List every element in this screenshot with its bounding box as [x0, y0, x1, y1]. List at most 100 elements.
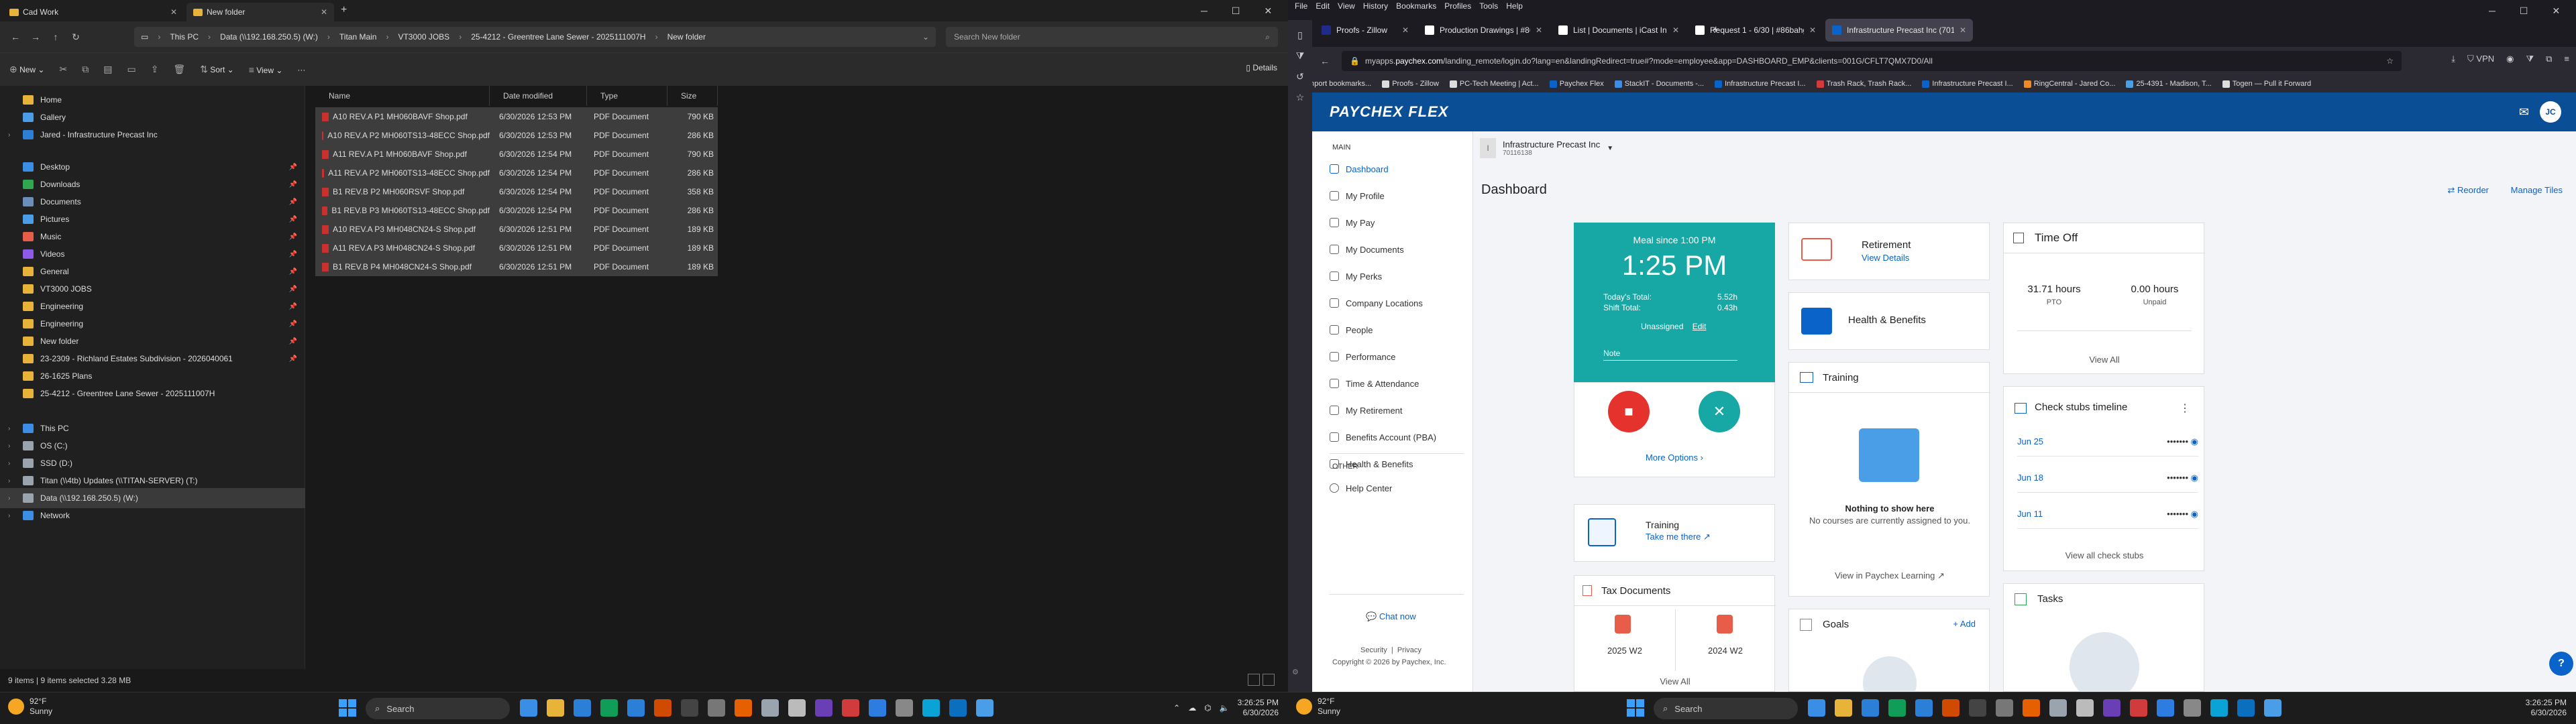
security-link[interactable]: Security	[1360, 646, 1387, 654]
breadcrumb-item[interactable]: Data (\\192.168.250.5) (W:)	[220, 32, 318, 42]
taskbar-app-icon[interactable]	[708, 699, 725, 717]
privacy-link[interactable]: Privacy	[1397, 646, 1421, 654]
note-field[interactable]: Note	[1603, 349, 1737, 361]
maximize-icon[interactable]: ☐	[1232, 5, 1240, 17]
download-icon[interactable]: ⤓	[2451, 54, 2455, 64]
taskbar-search[interactable]: ⌕ Search	[366, 698, 510, 719]
column-header-date[interactable]: Date modified	[490, 86, 587, 106]
view-all-check-stubs-link[interactable]: View all check stubs	[2004, 550, 2205, 560]
file-row[interactable]: A10 REV.A P1 MH060BAVF Shop.pdf 6/30/2026…	[315, 107, 718, 126]
pdf-icon[interactable]	[1615, 615, 1631, 634]
back-icon[interactable]: ←	[1315, 56, 1335, 66]
check-stub-row[interactable]: Jun 18 ••••••• ◉	[2017, 463, 2198, 493]
add-goal-button[interactable]: + Add	[1953, 619, 1976, 629]
file-row[interactable]: A11 REV.A P1 MH060BAVF Shop.pdf 6/30/2026…	[315, 145, 718, 164]
bookmark-star-icon[interactable]: ☆	[2386, 56, 2394, 66]
settings-icon[interactable]: ⚙	[1292, 668, 1299, 676]
start-button[interactable]	[339, 699, 356, 717]
minimize-icon[interactable]: ─	[2489, 5, 2496, 16]
taskbar-app-icon[interactable]	[2237, 699, 2255, 717]
taskbar-app-icon[interactable]	[2210, 699, 2228, 717]
browser-tab[interactable]: Request 1 - 6/30 | #86bahgwwh ✕	[1688, 19, 1823, 42]
url-bar[interactable]: 🔒 myapps. paychex.com/landing_remote/logi…	[1342, 51, 2402, 71]
stop-icon[interactable]: ■	[1608, 391, 1650, 432]
close-tab-icon[interactable]: ✕	[1672, 25, 1679, 35]
file-row[interactable]: A11 REV.A P3 MH048CN24-S Shop.pdf 6/30/20…	[315, 239, 718, 257]
taskbar-app-icon[interactable]	[1808, 699, 1825, 717]
kebab-menu-icon[interactable]: ⋮	[2180, 402, 2190, 415]
chevron-right-icon[interactable]: ›	[8, 512, 10, 520]
bookmark-item[interactable]: Paychex Flex	[1549, 80, 1604, 88]
close-tab-icon[interactable]: ✕	[321, 7, 327, 17]
chevron-right-icon[interactable]: ›	[8, 460, 10, 467]
check-stub-row[interactable]: Jun 11 ••••••• ◉	[2017, 499, 2198, 529]
file-row[interactable]: A10 REV.A P2 MH060TS13-48ECC Shop.pdf 6/3…	[315, 126, 718, 145]
menu-item[interactable]: Profiles	[1444, 1, 1471, 11]
bookmark-item[interactable]: Proofs - Zillow	[1382, 80, 1439, 88]
file-row[interactable]: A10 REV.A P3 MH048CN24-S Shop.pdf 6/30/20…	[315, 220, 718, 239]
taskbar-app-icon[interactable]	[1915, 699, 1933, 717]
details-pane-button[interactable]: ▯ Details	[1246, 63, 1277, 72]
chevron-right-icon[interactable]: ›	[8, 495, 10, 502]
bookmark-item[interactable]: Togen — Pull it Forward	[2222, 80, 2311, 88]
bookmark-item[interactable]: Infrastructure Precast I...	[1922, 80, 2013, 88]
delete-icon[interactable]: 🗑	[173, 64, 185, 75]
avatar[interactable]: JC	[2540, 101, 2561, 123]
chevron-down-icon[interactable]: ⌄	[922, 32, 929, 42]
nav-item[interactable]: People	[1330, 320, 1464, 339]
sort-button[interactable]: ⇅ Sort ⌄	[200, 64, 233, 75]
taskbar-app-icon[interactable]	[896, 699, 913, 717]
back-icon[interactable]: ←	[5, 32, 25, 42]
close-tab-icon[interactable]: ✕	[1809, 25, 1816, 35]
copy-icon[interactable]: ⧉	[2546, 54, 2552, 64]
taskbar-app-icon[interactable]	[2076, 699, 2094, 717]
clock[interactable]: 3:26:25 PM 6/30/2026	[2526, 698, 2567, 718]
nav-item[interactable]: Company Locations	[1330, 294, 1464, 312]
meal-fork-icon[interactable]: ✕	[1699, 391, 1740, 432]
menu-item[interactable]: Bookmarks	[1396, 1, 1436, 11]
file-row[interactable]: B1 REV.B P4 MH048CN24-S Shop.pdf 6/30/202…	[315, 257, 718, 276]
file-row[interactable]: A11 REV.A P2 MH060TS13-48ECC Shop.pdf 6/3…	[315, 164, 718, 182]
bookmark-item[interactable]: RingCentral - Jared Co...	[2023, 80, 2115, 88]
manage-tiles-button[interactable]: Manage Tiles	[2511, 185, 2563, 195]
menu-item[interactable]: View	[1338, 1, 1355, 11]
taskbar-search[interactable]: ⌕ Search	[1654, 698, 1798, 719]
breadcrumb-item[interactable]: New folder	[667, 32, 706, 42]
forward-icon[interactable]: →	[25, 32, 46, 42]
chevron-right-icon[interactable]: ›	[8, 442, 10, 450]
taskbar-app-icon[interactable]	[976, 699, 994, 717]
sidebar-item[interactable]: 25-4212 - Greentree Lane Sewer - 2025111…	[0, 383, 305, 404]
copy-icon[interactable]: ⧉	[82, 64, 89, 75]
taskbar-app-icon[interactable]	[761, 699, 779, 717]
taskbar-app-icon[interactable]	[627, 699, 645, 717]
taskbar-app-icon[interactable]	[2184, 699, 2201, 717]
explorer-tab-cad-work[interactable]: Cad Work ✕	[3, 3, 184, 21]
sidebar-item[interactable]: › Network	[0, 505, 305, 526]
taskbar-app-icon[interactable]	[600, 699, 618, 717]
sidebar-toggle-icon[interactable]: ▯	[1288, 29, 1312, 41]
breadcrumb-item[interactable]: This PC	[170, 32, 199, 42]
check-date-link[interactable]: Jun 11	[2017, 509, 2043, 519]
history-icon[interactable]: ↺	[1288, 71, 1312, 82]
new-button[interactable]: ⊕ New ⌄	[9, 64, 44, 75]
check-date-link[interactable]: Jun 18	[2017, 473, 2043, 483]
reorder-button[interactable]: ⇄ Reorder	[2448, 185, 2489, 196]
tax-view-all-link[interactable]: View All	[1574, 676, 1776, 686]
new-tab-icon[interactable]: +	[341, 4, 347, 16]
tiles-view-icon[interactable]	[1263, 674, 1275, 686]
nav-item[interactable]: My Documents	[1330, 240, 1464, 259]
file-row[interactable]: B1 REV.B P3 MH060TS13-48ECC Shop.pdf 6/30…	[315, 201, 718, 220]
nav-item[interactable]: Time & Attendance	[1330, 374, 1464, 393]
view-button[interactable]: ≡ View ⌄	[249, 64, 283, 75]
taskbar-app-icon[interactable]	[869, 699, 886, 717]
up-icon[interactable]: ↑	[46, 32, 66, 42]
taskbar-app-icon[interactable]	[1888, 699, 1906, 717]
close-icon[interactable]: ✕	[1264, 5, 1272, 17]
share-icon[interactable]: ⇪	[151, 64, 159, 75]
bookmark-item[interactable]: PC-Tech Meeting | Act...	[1449, 80, 1539, 88]
taskbar-app-icon[interactable]	[2023, 699, 2040, 717]
close-tab-icon[interactable]: ✕	[1402, 25, 1409, 35]
taskbar-app-icon[interactable]	[574, 699, 591, 717]
nav-item[interactable]: My Retirement	[1330, 401, 1464, 420]
mail-icon[interactable]: ✉	[2519, 105, 2529, 119]
